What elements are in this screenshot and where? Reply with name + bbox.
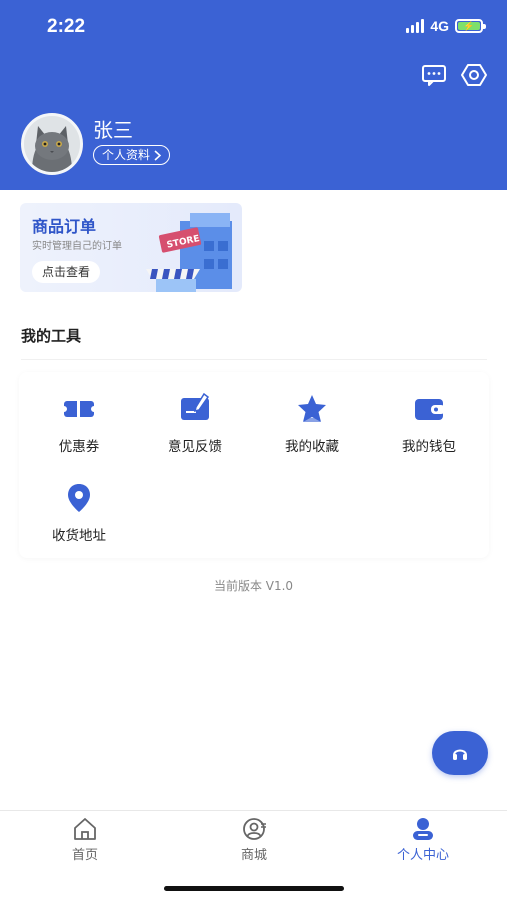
tool-address[interactable]: 收货地址 xyxy=(19,481,139,544)
profile-link-label: 个人资料 xyxy=(102,147,151,162)
app-version: 当前版本 V1.0 xyxy=(213,579,294,593)
headset-icon xyxy=(453,749,467,760)
message-icon[interactable] xyxy=(421,62,447,88)
tool-label: 收货地址 xyxy=(52,528,106,544)
mall-user-icon xyxy=(243,818,266,840)
tool-favorites[interactable]: 我的收藏 xyxy=(252,392,372,455)
signal-icon xyxy=(406,19,425,33)
tab-label: 个人中心 xyxy=(396,848,449,863)
location-pin-icon xyxy=(68,484,90,512)
status-time: 2:22 xyxy=(47,16,86,37)
store-illustration-icon: STORE xyxy=(146,213,232,292)
tab-home[interactable]: 首页 xyxy=(25,817,145,863)
tools-section-title: 我的工具 xyxy=(21,327,82,345)
profile-link-button[interactable]: 个人资料 xyxy=(93,145,171,165)
favorite-star-icon xyxy=(298,395,326,422)
customer-service-button[interactable] xyxy=(432,731,488,775)
order-card-title: 商品订单 xyxy=(32,217,97,236)
feedback-icon xyxy=(181,392,210,420)
tool-coupon[interactable]: 优惠券 xyxy=(19,392,139,455)
wallet-icon xyxy=(415,399,445,420)
tab-label: 首页 xyxy=(71,848,98,863)
tool-feedback[interactable]: 意见反馈 xyxy=(135,392,255,455)
chevron-right-icon xyxy=(154,149,162,161)
tab-profile-center[interactable]: 个人中心 xyxy=(363,817,483,863)
profile-icon xyxy=(413,818,433,840)
section-divider xyxy=(21,359,487,360)
view-orders-button[interactable]: 点击查看 xyxy=(32,261,101,283)
tool-wallet[interactable]: 我的钱包 xyxy=(369,392,489,455)
status-indicators: 4G ⚡ xyxy=(406,18,486,34)
tool-label: 我的钱包 xyxy=(402,439,456,455)
home-indicator xyxy=(164,886,344,891)
order-card[interactable]: 商品订单 实时管理自己的订单 点击查看 STORE xyxy=(20,203,242,292)
coupon-icon xyxy=(62,401,96,417)
tools-grid: 优惠券 意见反馈 我的收藏 我的钱包 收货地址 xyxy=(19,372,489,558)
avatar[interactable] xyxy=(21,113,83,175)
network-type: 4G xyxy=(430,18,449,34)
tool-label: 我的收藏 xyxy=(285,439,339,455)
tool-label: 意见反馈 xyxy=(168,439,222,455)
tab-label: 商城 xyxy=(240,848,267,863)
profile-header: 2:22 4G ⚡ 张三 个人资料 xyxy=(0,0,507,190)
order-card-subtitle: 实时管理自己的订单 xyxy=(32,241,122,252)
settings-icon[interactable] xyxy=(461,62,487,88)
user-name: 张三 xyxy=(93,118,133,142)
home-icon xyxy=(74,818,96,840)
battery-icon: ⚡ xyxy=(455,19,486,33)
cat-avatar-icon xyxy=(24,116,80,172)
tool-label: 优惠券 xyxy=(58,439,100,455)
tab-mall[interactable]: 商城 xyxy=(194,817,314,863)
